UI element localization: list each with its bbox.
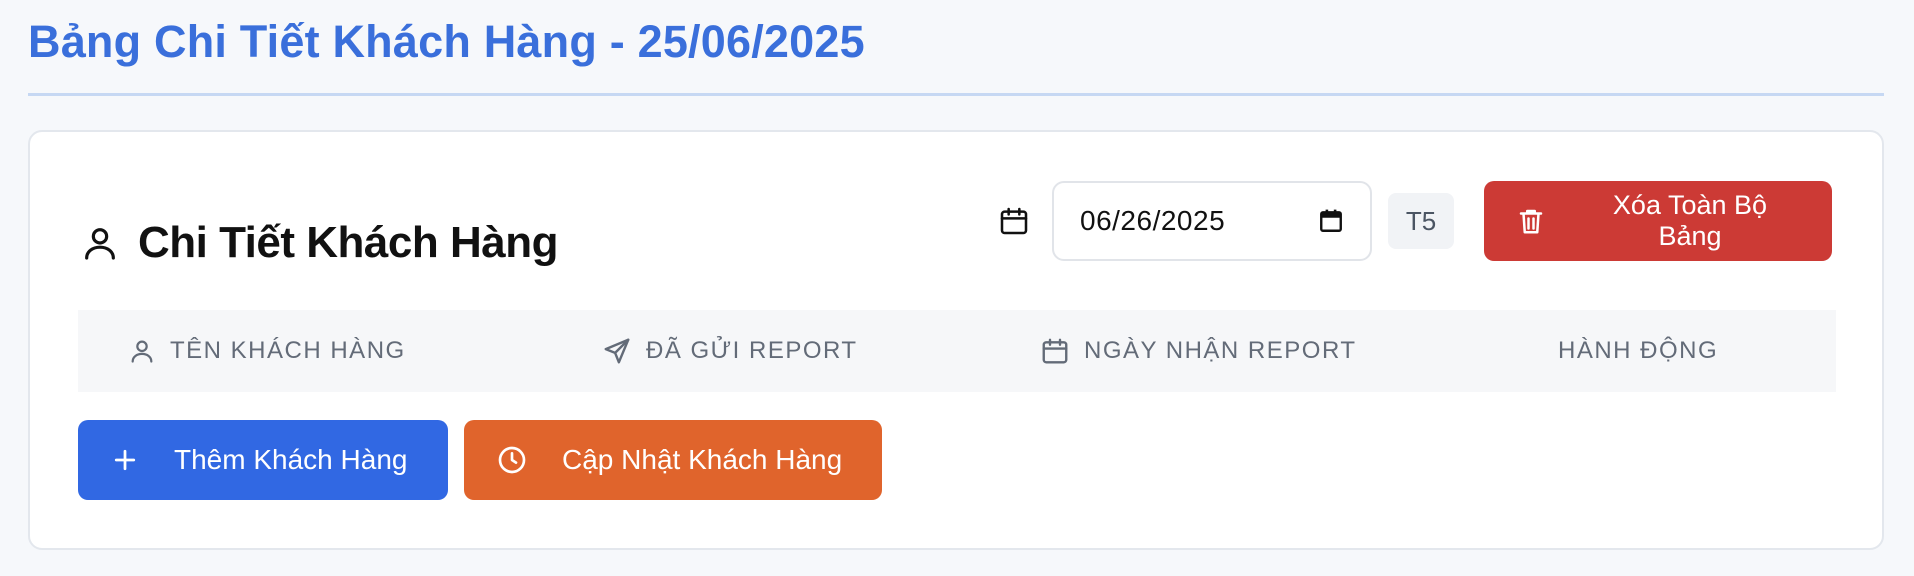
page: Bảng Chi Tiết Khách Hàng - 25/06/2025 Ch… (0, 0, 1914, 576)
date-input[interactable]: 06/26/2025 (1052, 181, 1372, 261)
update-customer-label: Cập Nhật Khách Hàng (562, 444, 843, 475)
title-divider (28, 93, 1884, 96)
customer-detail-card: Chi Tiết Khách Hàng 06/26/2025 T5 Xóa To… (28, 130, 1884, 550)
column-header-label: TÊN KHÁCH HÀNG (170, 337, 406, 364)
date-value: 06/26/2025 (1080, 205, 1226, 236)
update-customer-button[interactable]: Cập Nhật Khách Hàng (464, 420, 882, 500)
action-buttons: Thêm Khách Hàng Cập Nhật Khách Hàng (78, 420, 882, 500)
page-title: Bảng Chi Tiết Khách Hàng - 25/06/2025 (28, 16, 865, 67)
column-header-report-sent[interactable]: ĐÃ GỬI REPORT (602, 336, 858, 366)
delete-all-label: Xóa Toàn Bộ Bảng (1612, 190, 1768, 251)
column-header-label: ĐÃ GỬI REPORT (646, 337, 858, 364)
section-title: Chi Tiết Khách Hàng (138, 218, 558, 267)
clock-icon (496, 444, 528, 476)
weekday-badge: T5 (1388, 193, 1454, 249)
send-icon (602, 336, 632, 366)
calendar-icon (996, 203, 1032, 239)
add-customer-label: Thêm Khách Hàng (174, 444, 408, 475)
column-header-label: NGÀY NHẬN REPORT (1084, 337, 1357, 364)
column-header-report-date[interactable]: NGÀY NHẬN REPORT (1040, 336, 1357, 366)
plus-icon (110, 445, 140, 475)
delete-all-button[interactable]: Xóa Toàn Bộ Bảng (1484, 181, 1832, 261)
add-customer-button[interactable]: Thêm Khách Hàng (78, 420, 448, 500)
column-header-label: HÀNH ĐỘNG (1558, 337, 1719, 364)
trash-icon (1516, 206, 1546, 236)
column-header-actions: HÀNH ĐỘNG (1558, 337, 1718, 365)
user-icon (128, 337, 156, 365)
table-header: TÊN KHÁCH HÀNG ĐÃ GỬI REPORT NGÀY NHẬN R… (78, 310, 1836, 392)
user-icon (80, 223, 120, 263)
calendar-icon (1040, 336, 1070, 366)
date-controls: 06/26/2025 T5 Xóa Toàn Bộ Bảng (996, 180, 1832, 262)
section-header: Chi Tiết Khách Hàng (80, 188, 558, 298)
column-header-customer-name[interactable]: TÊN KHÁCH HÀNG (128, 337, 406, 365)
date-picker-icon[interactable] (1318, 208, 1344, 234)
